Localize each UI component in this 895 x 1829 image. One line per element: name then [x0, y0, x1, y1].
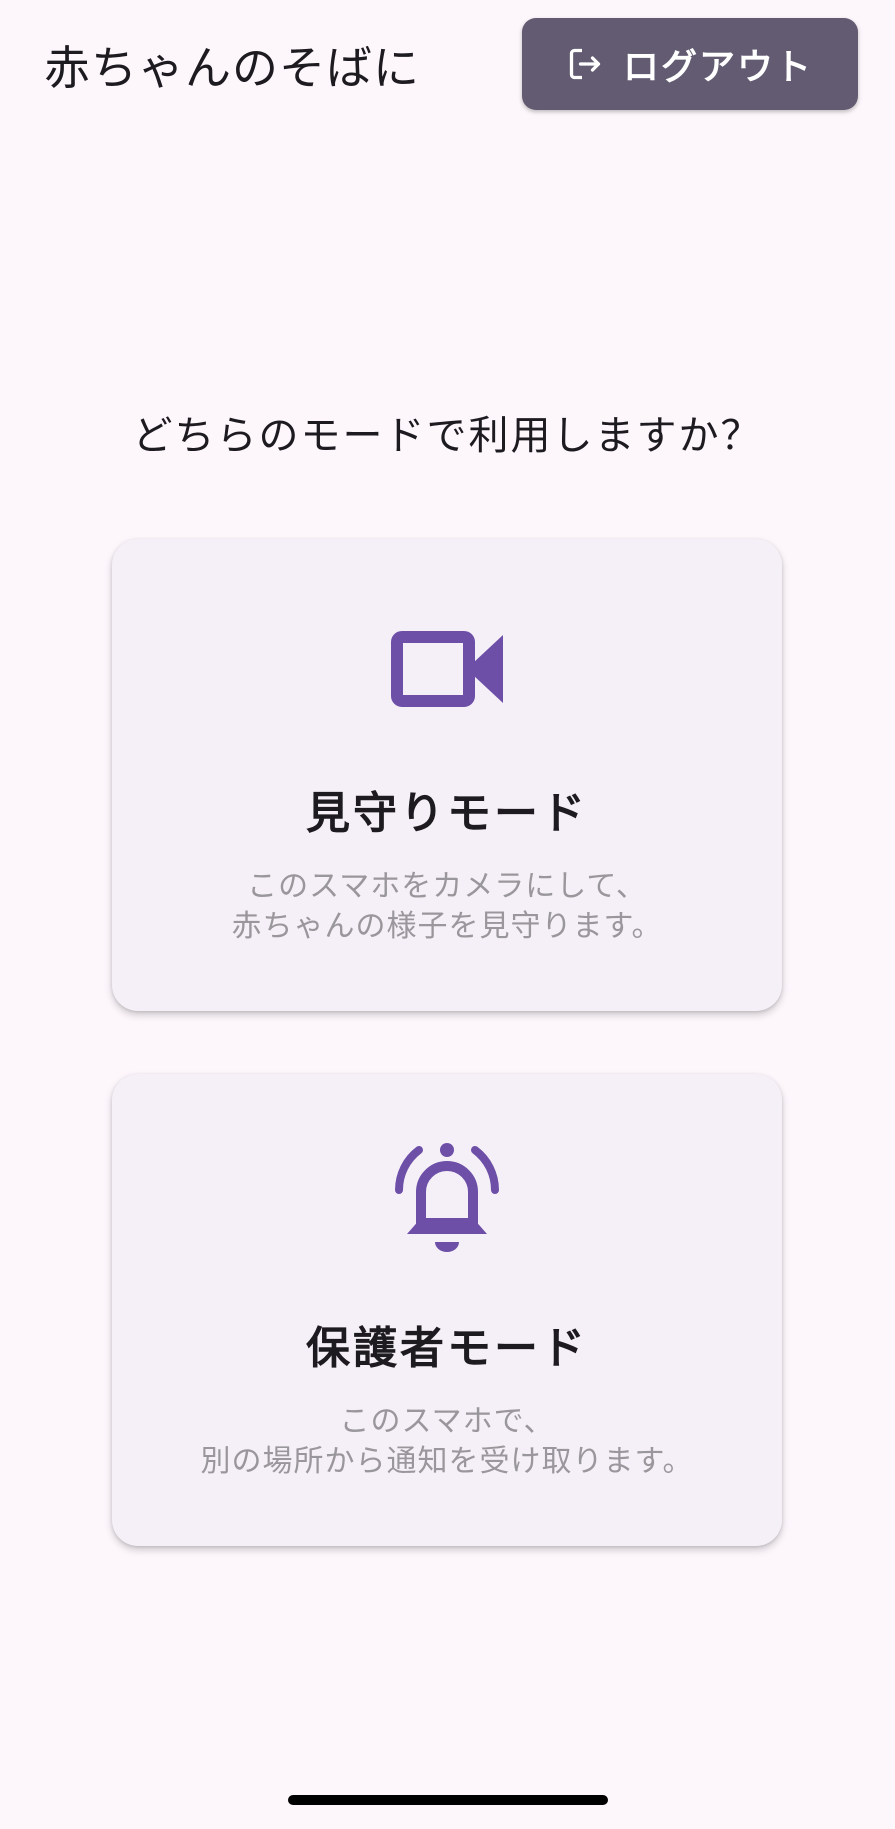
notification-bell-ringing-icon — [112, 1140, 782, 1260]
logout-label: ログアウト — [622, 47, 813, 88]
logout-button[interactable]: ログアウト — [522, 18, 858, 110]
mode-question: どちらのモードで利用しますか？ — [132, 413, 763, 459]
guardian-mode-description: このスマホで、 別の場所から通知を受け取ります。 — [112, 1402, 782, 1482]
videocam-icon — [112, 631, 782, 707]
description-line: このスマホで、 — [339, 1404, 555, 1439]
description-line: 赤ちゃんの様子を見守ります。 — [231, 909, 663, 944]
guardian-mode-title: 保護者モード — [306, 1323, 588, 1374]
app-title: 赤ちゃんのそばに — [44, 41, 420, 95]
monitor-mode-description: このスマホをカメラにして、 赤ちゃんの様子を見守ります。 — [112, 867, 782, 947]
guardian-mode-card[interactable]: 保護者モード このスマホで、 別の場所から通知を受け取ります。 — [112, 1074, 782, 1546]
logout-icon — [567, 46, 603, 82]
home-indicator[interactable] — [288, 1795, 608, 1805]
monitor-mode-title: 見守りモード — [306, 788, 588, 839]
description-line: 別の場所から通知を受け取ります。 — [200, 1444, 694, 1479]
description-line: このスマホをカメラにして、 — [247, 869, 647, 904]
monitor-mode-card[interactable]: 見守りモード このスマホをカメラにして、 赤ちゃんの様子を見守ります。 — [112, 539, 782, 1011]
